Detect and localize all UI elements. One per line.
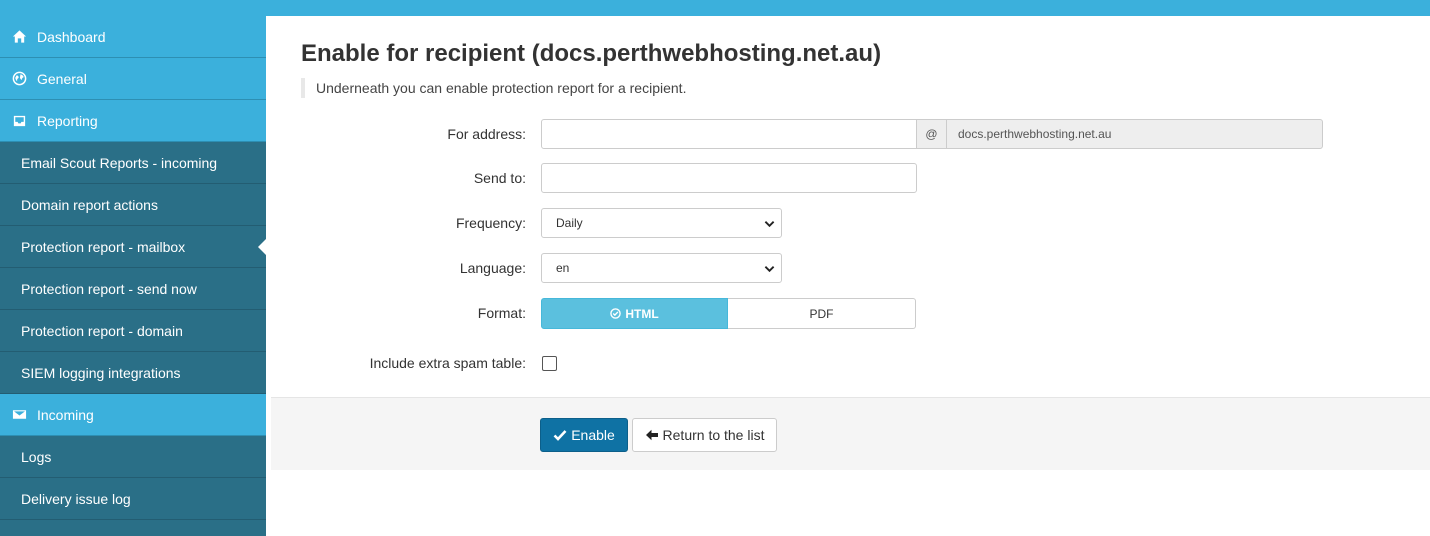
chevron-down-icon: [764, 221, 775, 228]
top-bar: [0, 0, 1430, 16]
sidebar-item-partial[interactable]: [0, 520, 266, 536]
sidebar-item-domain-report-actions[interactable]: Domain report actions: [0, 184, 266, 226]
sidebar-item-protection-report-mailbox[interactable]: Protection report - mailbox: [0, 226, 266, 268]
format-row: Format: HTML PDF: [266, 298, 1430, 329]
sidebar-item-label: SIEM logging integrations: [21, 364, 181, 381]
page-intro: Underneath you can enable protection rep…: [301, 78, 686, 98]
sidebar-item-label: Protection report - domain: [21, 322, 183, 339]
sidebar-item-label: Email Scout Reports - incoming: [21, 154, 218, 171]
sidebar-section-dashboard[interactable]: Dashboard: [0, 16, 266, 58]
format-option-pdf[interactable]: PDF: [728, 298, 916, 329]
form-actions-bar: Enable Return to the list: [271, 397, 1430, 470]
enable-button[interactable]: Enable: [540, 418, 628, 452]
sidebar-section-general[interactable]: General: [0, 58, 266, 100]
sidebar-item-label: Logs: [21, 448, 52, 465]
frequency-label: Frequency:: [455, 215, 526, 231]
language-select[interactable]: en: [541, 253, 782, 283]
for-address-label: For address:: [447, 126, 526, 142]
language-label: Language:: [459, 260, 526, 276]
extra-spam-row: Include extra spam table:: [266, 348, 1430, 378]
for-address-input[interactable]: [541, 119, 917, 149]
sidebar-item-label: Protection report - mailbox: [21, 238, 186, 255]
page-title: Enable for recipient (docs.perthwebhosti…: [301, 40, 882, 67]
language-selected-value: en: [556, 261, 570, 275]
sidebar-item-label: Domain report actions: [21, 196, 158, 213]
sidebar-section-reporting[interactable]: Reporting: [0, 100, 266, 142]
for-address-row: For address: @ docs.perthwebhosting.net.…: [266, 119, 1430, 149]
sidebar-section-label: Dashboard: [37, 28, 106, 45]
sidebar-section-label: General: [37, 70, 87, 87]
send-to-input[interactable]: [541, 163, 917, 193]
return-button-label: Return to the list: [662, 427, 765, 443]
sidebar-item-email-scout-reports-incoming[interactable]: Email Scout Reports - incoming: [0, 142, 266, 184]
sidebar-item-protection-report-domain[interactable]: Protection report - domain: [0, 310, 266, 352]
domain-readonly-field: docs.perthwebhosting.net.au: [946, 119, 1323, 149]
envelope-icon: [11, 407, 27, 423]
format-option-label: PDF: [809, 306, 834, 321]
enable-button-label: Enable: [571, 427, 615, 443]
sidebar-item-protection-report-send-now[interactable]: Protection report - send now: [0, 268, 266, 310]
sidebar: Dashboard General Reporting Email Scout …: [0, 16, 266, 536]
check-circle-icon: [610, 308, 622, 319]
globe-icon: [11, 71, 27, 87]
format-option-label: HTML: [625, 306, 659, 321]
sidebar-item-label: Delivery issue log: [21, 490, 131, 507]
check-icon: [553, 430, 567, 441]
frequency-selected-value: Daily: [556, 216, 583, 230]
sidebar-item-label: Protection report - send now: [21, 280, 197, 297]
chevron-down-icon: [764, 266, 775, 273]
frequency-select[interactable]: Daily: [541, 208, 782, 238]
sidebar-item-siem-logging-integrations[interactable]: SIEM logging integrations: [0, 352, 266, 394]
send-to-row: Send to:: [266, 163, 1430, 193]
sidebar-section-label: Incoming: [37, 406, 94, 423]
send-to-label: Send to:: [473, 170, 526, 186]
frequency-row: Frequency: Daily: [266, 208, 1430, 238]
sidebar-section-label: Reporting: [37, 112, 98, 129]
language-row: Language: en: [266, 253, 1430, 283]
at-symbol-addon: @: [916, 119, 947, 149]
sidebar-section-incoming[interactable]: Incoming: [0, 394, 266, 436]
home-icon: [11, 29, 27, 45]
format-option-html[interactable]: HTML: [541, 298, 728, 329]
sidebar-item-delivery-issue-log[interactable]: Delivery issue log: [0, 478, 266, 520]
extra-spam-checkbox[interactable]: [542, 356, 557, 371]
arrow-left-icon: [645, 429, 658, 441]
main-content: Enable for recipient (docs.perthwebhosti…: [266, 16, 1430, 536]
sidebar-item-logs[interactable]: Logs: [0, 436, 266, 478]
inbox-icon: [11, 113, 27, 129]
format-label: Format:: [477, 305, 526, 321]
return-to-list-button[interactable]: Return to the list: [632, 418, 777, 452]
extra-spam-label: Include extra spam table:: [369, 355, 526, 371]
